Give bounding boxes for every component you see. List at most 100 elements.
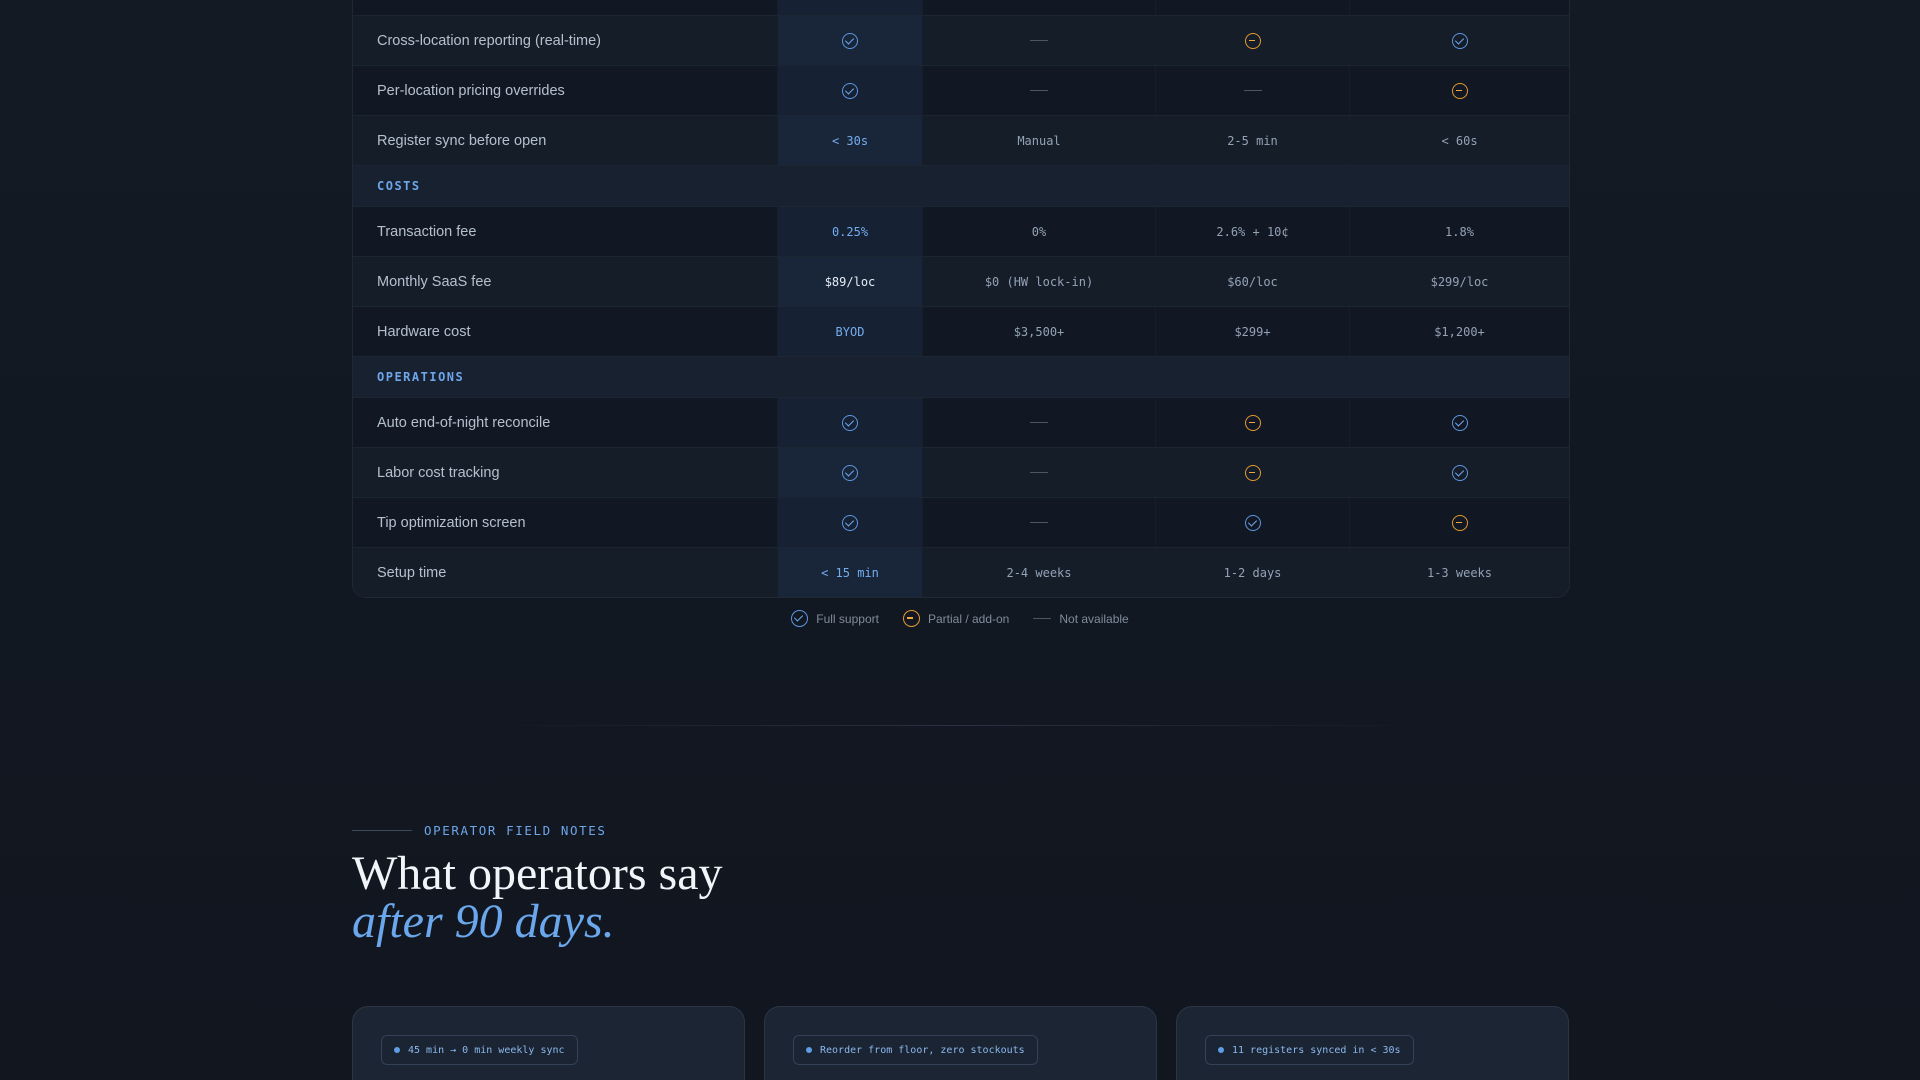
result-tag: Reorder from floor, zero stockouts [793, 1035, 1038, 1065]
row-label: Hardware cost [353, 307, 778, 356]
row-label: Tip optimization screen [353, 498, 778, 547]
table-cell [778, 448, 923, 497]
table-cell [778, 498, 923, 547]
eyebrow-text: OPERATOR FIELD NOTES [424, 823, 607, 838]
check-circle-icon [1451, 32, 1468, 49]
table-cell: < 30s [778, 116, 923, 165]
check-circle-icon [842, 82, 858, 99]
eyebrow: OPERATOR FIELD NOTES [352, 823, 607, 838]
table-cell [778, 66, 923, 115]
table-cell [923, 448, 1156, 497]
minus-circle-icon [1451, 82, 1468, 99]
table-cell [1156, 448, 1350, 497]
dash-icon [1030, 472, 1048, 473]
testimonial-card: 11 registers synced in < 30s [1176, 1006, 1569, 1080]
headline-line-1: What operators say [352, 847, 723, 900]
minus-circle-icon [1451, 514, 1468, 531]
legend-item-none: Not available [1033, 611, 1129, 626]
dot-icon [1218, 1047, 1224, 1053]
dash-icon [1030, 90, 1048, 91]
table-cell [923, 16, 1156, 65]
table-cell: $60/loc [1156, 257, 1350, 306]
dot-icon [806, 1047, 812, 1053]
table-cell [1350, 398, 1569, 447]
dash-icon [1030, 422, 1048, 423]
table-cell: $1,200+ [1434, 324, 1485, 339]
table-row: Monthly SaaS fee $89/loc $0 (HW lock-in) $6… [353, 257, 1569, 307]
row-label: Cross-location reporting (real-time) [353, 16, 778, 65]
dash-icon [1033, 618, 1052, 619]
table-row: Transaction fee 0.25% 0% 2.6% + 10¢ 1.8% [353, 207, 1569, 257]
row-label: Auto end-of-night reconcile [353, 398, 778, 447]
table-cell [1156, 66, 1350, 115]
table-body: Cross-location reporting (real-time) Per-… [353, 16, 1569, 597]
result-tag-label: 11 registers synced in < 30s [1232, 1044, 1401, 1056]
table-cell: $89/loc [778, 257, 923, 306]
row-label: Monthly SaaS fee [353, 257, 778, 306]
table-row: Cross-location reporting (real-time) [353, 16, 1569, 66]
section-header: OPERATIONS [353, 357, 1569, 398]
section-headline: What operators say after 90 days. [352, 850, 723, 946]
dash-icon [1030, 40, 1048, 41]
table-cell [923, 66, 1156, 115]
table-row: Register sync before open < 30s Manual 2-5 … [353, 116, 1569, 166]
check-circle-icon [842, 464, 858, 481]
row-label: Setup time [353, 548, 778, 597]
dash-icon [1243, 90, 1262, 91]
table-cell: 2.6% + 10¢ [1156, 207, 1350, 256]
table-cell: 1-2 days [1156, 548, 1350, 597]
dash-icon [1030, 522, 1048, 523]
result-tag: 45 min → 0 min weekly sync [381, 1035, 578, 1065]
eyebrow-line [352, 830, 412, 831]
page: Cross-location reporting (real-time) Per-… [0, 0, 1920, 1080]
table-cell [1350, 498, 1569, 547]
table-row: Hardware cost BYOD $3,500+ $299+ $1,200+ [353, 307, 1569, 357]
table-cell [1350, 16, 1569, 65]
check-circle-icon [1451, 414, 1468, 431]
legend: Full support Partial / add-on Not availa… [0, 610, 1920, 627]
table-cell: < 15 min [778, 548, 923, 597]
table-cell: 0% [923, 207, 1156, 256]
legend-item-partial: Partial / add-on [902, 610, 1010, 627]
section-divider [470, 725, 1450, 726]
legend-label: Partial / add-on [927, 611, 1010, 626]
testimonial-card: Reorder from floor, zero stockouts [764, 1006, 1157, 1080]
check-circle-icon [842, 32, 858, 49]
table-cell [923, 398, 1156, 447]
table-cell: $0 (HW lock-in) [923, 257, 1156, 306]
result-tag-label: Reorder from floor, zero stockouts [820, 1044, 1025, 1056]
table-cell: $3,500+ [923, 307, 1156, 356]
minus-circle-icon [1244, 32, 1261, 49]
legend-label: Full support [816, 611, 879, 626]
row-label: Labor cost tracking [353, 448, 778, 497]
table-row: Tip optimization screen [353, 498, 1569, 548]
table-cell: BYOD [778, 307, 923, 356]
result-tag-label: 45 min → 0 min weekly sync [408, 1044, 565, 1056]
table-cell [1156, 398, 1350, 447]
row-label: Register sync before open [353, 116, 778, 165]
minus-circle-icon [902, 610, 920, 627]
table-cell: Manual [923, 116, 1156, 165]
table-cell: $299+ [1156, 307, 1350, 356]
table-cell [1350, 66, 1569, 115]
section-header: COSTS [353, 166, 1569, 207]
table-row: Auto end-of-night reconcile [353, 398, 1569, 448]
table-row [353, 0, 1569, 16]
table-cell: < 60s [1441, 133, 1478, 148]
legend-item-full: Full support [791, 610, 879, 627]
table-row: Labor cost tracking [353, 448, 1569, 498]
table-cell [778, 16, 923, 65]
comparison-table: Cross-location reporting (real-time) Per-… [352, 0, 1570, 598]
table-cell: 2-5 min [1156, 116, 1350, 165]
check-circle-icon [842, 414, 858, 431]
row-label: Transaction fee [353, 207, 778, 256]
check-circle-icon [1244, 514, 1261, 531]
check-circle-icon [842, 514, 858, 531]
check-circle-icon [791, 610, 809, 627]
table-cell [778, 398, 923, 447]
table-cell [1350, 448, 1569, 497]
table-cell [1156, 16, 1350, 65]
table-cell: 1-3 weeks [1426, 565, 1493, 580]
table-cell: 1.8% [1445, 224, 1474, 239]
legend-label: Not available [1059, 611, 1129, 626]
